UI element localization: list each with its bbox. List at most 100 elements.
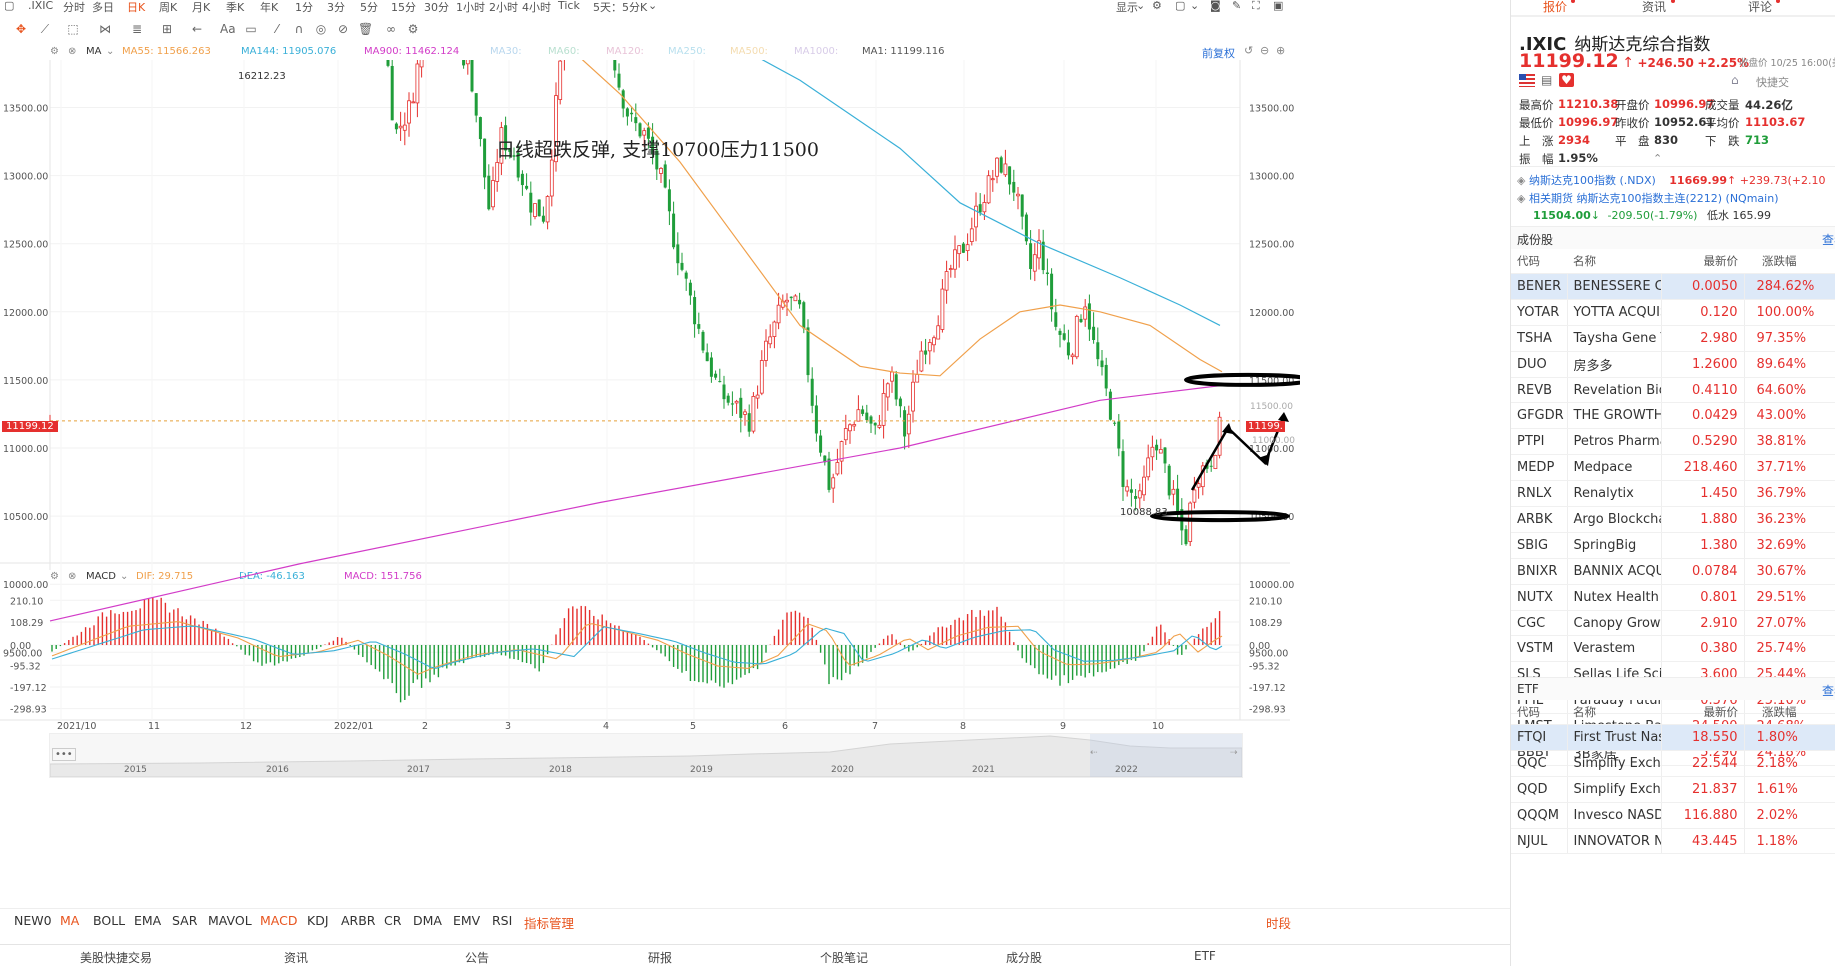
components-more-link[interactable]: 查看 [1822, 231, 1835, 248]
table-row[interactable]: RNLX Renalytix 1.450 36.79% [1511, 480, 1835, 508]
nav-announcements[interactable]: 公告 [465, 949, 489, 966]
nav-news[interactable]: 资讯 [284, 949, 308, 966]
related-ndx-name[interactable]: 纳斯达克100指数 (.NDX) [1529, 174, 1656, 187]
col-price[interactable]: 最新价 [1661, 699, 1744, 725]
crosshair-icon[interactable]: ✥ [14, 22, 28, 36]
trash-icon[interactable]: 🗑 [358, 22, 373, 36]
arrow-tool-icon[interactable]: ← [190, 22, 204, 36]
calendar-icon[interactable]: ▤ [1541, 73, 1552, 87]
period-tab-季K[interactable]: 季K [226, 0, 244, 15]
hide-icon[interactable]: ⊘ [336, 22, 350, 36]
time-session-button[interactable]: 时段 [1266, 913, 1291, 932]
table-row[interactable]: BENERBENESSERE CA0.0050284.62% [1511, 273, 1835, 300]
favorite-icon[interactable]: ♥ [1559, 73, 1574, 87]
period-tab-3分[interactable]: 3分 [327, 0, 345, 15]
table-row[interactable]: SBIG SpringBig 1.380 32.69% [1511, 532, 1835, 559]
table-row[interactable]: CGCCanopy Growth2.91027.07% [1511, 610, 1835, 637]
col-code[interactable]: 代码 [1511, 699, 1567, 725]
measure-tool-icon[interactable]: ⊞ [160, 22, 174, 36]
right-handle-icon[interactable]: ⇢ [1230, 748, 1238, 758]
col-price[interactable]: 最新价 [1661, 248, 1744, 274]
indicator-manage[interactable]: 指标管理 [524, 913, 574, 932]
link-icon[interactable]: ∞ [384, 22, 398, 36]
period-tab-Tick[interactable]: Tick [558, 0, 580, 12]
adjust-button[interactable]: 前复权 [1202, 45, 1235, 61]
related-ndx[interactable]: ◈ 纳斯达克100指数 (.NDX) 11669.99↑ +239.73(+2.… [1517, 172, 1825, 188]
window-icon[interactable]: ▢ [4, 0, 14, 12]
nav-notes[interactable]: 个股笔记 [820, 949, 868, 966]
period-tab-5day[interactable]: 5天：5分K [593, 0, 647, 15]
period-tab-多日[interactable]: 多日 [92, 0, 114, 15]
overview-navigator[interactable]: ••• 2015 2016 2017 2018 2019 2020 2021 2… [49, 733, 1243, 778]
expand-icon[interactable]: ◈ [1517, 174, 1525, 187]
period-tab-15分[interactable]: 15分 [391, 0, 416, 15]
visibility-icon[interactable]: ◎ [314, 22, 328, 36]
indicator-boll[interactable]: BOLL [93, 913, 125, 928]
indicator-emv[interactable]: EMV [453, 913, 480, 928]
gear-icon[interactable]: ⚙ [1152, 0, 1162, 12]
table-row[interactable]: TSHATaysha Gene Th2.98097.35% [1511, 325, 1835, 352]
panel-icon[interactable]: ▣ [1273, 0, 1283, 12]
table-row[interactable]: QQQMInvesco NASDAQ116.8802.02% [1511, 802, 1835, 829]
ma-label[interactable]: MA [86, 46, 101, 57]
indicator-arbr[interactable]: ARBR [341, 913, 376, 928]
nav-quick-trade[interactable]: 美股快捷交易 [80, 949, 152, 966]
nav-components[interactable]: 成分股 [1006, 949, 1042, 966]
period-tab-1分[interactable]: 1分 [295, 0, 313, 15]
table-row[interactable]: VSTM Verastem 0.380 25.74% [1511, 635, 1835, 663]
period-tab-1小时[interactable]: 1小时 [456, 0, 485, 15]
table-row[interactable]: QQCSimplify Exchange22.5442.18% [1511, 750, 1835, 777]
col-name[interactable]: 名称 [1567, 699, 1661, 725]
period-tab-5分[interactable]: 5分 [360, 0, 378, 15]
chevron-down-icon[interactable]: ⌄ [106, 46, 114, 57]
table-row[interactable]: YOTAR YOTTA ACQUIS 0.120 100.00% [1511, 299, 1835, 326]
related-future[interactable]: ◈ 相关期货 纳斯达克100指数主连(2212) (NQmain) [1517, 190, 1779, 206]
period-tab-周K[interactable]: 周K [159, 0, 177, 15]
display-menu[interactable]: 显示 [1116, 0, 1138, 15]
period-tab-4小时[interactable]: 4小时 [522, 0, 551, 15]
chevron-down-icon[interactable]: ⌄ [1190, 0, 1199, 12]
indicator-new0[interactable]: NEW0 [14, 913, 52, 928]
tab-news[interactable]: 资讯 [1642, 0, 1666, 15]
col-name[interactable]: 名称 [1567, 248, 1661, 274]
bell-icon[interactable]: ⌂ [1731, 73, 1739, 87]
fullscreen-icon[interactable]: ⛶ [1252, 0, 1260, 13]
table-row[interactable]: PTPIPetros Pharmac0.529038.81% [1511, 428, 1835, 456]
indicator-kdj[interactable]: KDJ [307, 913, 329, 928]
indicator-sar[interactable]: SAR [172, 913, 197, 928]
etf-more-link[interactable]: 查看 [1822, 682, 1835, 699]
period-tab-月K[interactable]: 月K [192, 0, 210, 15]
symbol-label[interactable]: .IXIC [28, 0, 53, 12]
indicator-macd[interactable]: MACD [260, 913, 297, 928]
period-tab-年K[interactable]: 年K [260, 0, 278, 15]
table-row[interactable]: GFGDRTHE GROWTH I0.042943.00% [1511, 402, 1835, 430]
comment-tool-icon[interactable]: ▭ [244, 22, 258, 36]
settings-icon[interactable]: ⚙ [406, 22, 420, 36]
period-tab-2小时[interactable]: 2小时 [489, 0, 518, 15]
chevron-down-icon[interactable]: ⌄ [1136, 0, 1145, 12]
table-row[interactable]: MEDP Medpace 218.460 37.71% [1511, 454, 1835, 482]
table-row[interactable]: REVBRevelation Bios0.411064.60% [1511, 377, 1835, 404]
text-tool-icon[interactable]: Aa [220, 22, 236, 36]
col-change[interactable]: 涨跌幅 [1744, 699, 1835, 725]
period-tab-分时[interactable]: 分时 [63, 0, 85, 15]
left-handle-icon[interactable]: ⇠ [1090, 748, 1098, 758]
close-icon[interactable]: ⊗ [68, 46, 76, 57]
tab-comments[interactable]: 评论 [1748, 0, 1772, 15]
col-change[interactable]: 涨跌幅 [1744, 248, 1835, 274]
collapse-icon[interactable]: ⌃ [1653, 152, 1662, 165]
fib-tool-icon[interactable]: ≣ [130, 22, 144, 36]
reset-icon[interactable]: ↺ [1244, 44, 1253, 57]
minus-icon[interactable]: ⊖ [1260, 44, 1269, 57]
indicator-ma[interactable]: MA [60, 913, 79, 928]
indicator-dma[interactable]: DMA [413, 913, 442, 928]
line-tool-icon[interactable]: ⟋ [38, 22, 52, 36]
table-row[interactable]: NJULINNOVATOR NA43.4451.18% [1511, 828, 1835, 855]
pattern-tool-icon[interactable]: ⋈ [98, 22, 112, 36]
kline-chart[interactable]: 16000.0016000.0015500.0015500.0015000.00… [0, 60, 1300, 780]
magnet-icon[interactable]: ∩ [292, 22, 306, 36]
table-row[interactable]: NUTX Nutex Health 0.801 29.51% [1511, 584, 1835, 611]
indicator-ema[interactable]: EMA [134, 913, 161, 928]
layout-icon[interactable]: ▢ [1175, 0, 1185, 12]
table-row[interactable]: FTQIFirst Trust Nasda18.5501.80% [1511, 724, 1835, 751]
